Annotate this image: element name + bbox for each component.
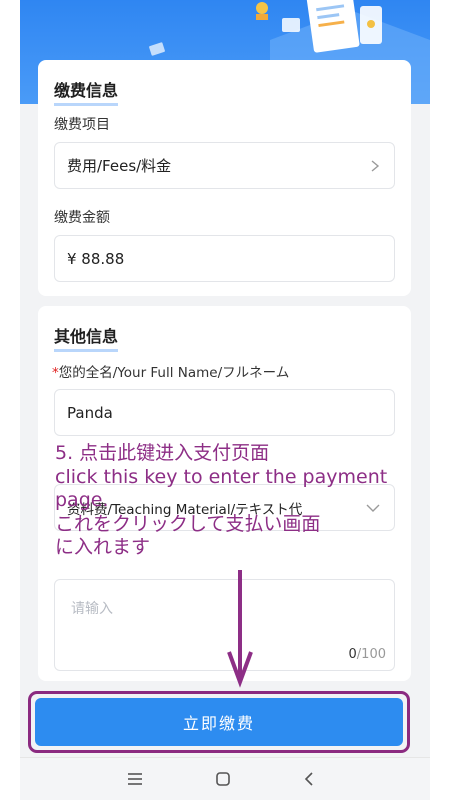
payment-item-select[interactable]: 费用/Fees/料金 [54, 142, 395, 189]
payment-info-card: 缴费信息 缴费项目 费用/Fees/料金 缴费金额 ¥ 88.88 [38, 60, 411, 296]
menu-icon[interactable] [125, 770, 145, 788]
payment-info-title: 缴费信息 [54, 77, 119, 106]
app-screen: 缴费信息 缴费项目 费用/Fees/料金 缴费金额 ¥ 88.88 其他信息 *… [20, 0, 430, 800]
annotation-line-3: page. [55, 489, 109, 511]
full-name-label-text: 您的全名/Your Full Name/フルネーム [58, 365, 290, 381]
payment-item-value: 费用/Fees/料金 [67, 157, 172, 175]
annotation-line-4: これをクリックして支払い画面 [55, 512, 321, 535]
annotation-line-5: に入れます [55, 536, 151, 558]
full-name-label: *您的全名/Your Full Name/フルネーム [52, 361, 289, 381]
payment-amount-label: 缴费金额 [54, 210, 110, 226]
annotation-line-1: 5. 点击此键进入支付页面 [55, 442, 270, 464]
tutorial-annotation: 5. 点击此键进入支付页面 click this key to enter th… [55, 442, 440, 560]
other-info-title: 其他信息 [54, 323, 119, 352]
annotation-arrow-icon [227, 570, 253, 688]
pay-now-button[interactable]: 立即缴费 [35, 698, 403, 746]
back-icon[interactable] [300, 770, 320, 788]
annotation-line-2: click this key to enter the payment [55, 465, 388, 488]
payment-item-label: 缴费项目 [54, 117, 110, 133]
char-count-max: /100 [356, 647, 386, 662]
textarea-placeholder: 请输入 [71, 601, 113, 617]
char-counter: 0/100 [349, 647, 386, 662]
pay-button-highlight: 立即缴费 [28, 691, 410, 753]
full-name-input[interactable]: Panda [54, 389, 395, 436]
payment-amount-value: ¥ 88.88 [67, 249, 125, 268]
remarks-textarea[interactable]: 请输入 0/100 [54, 579, 395, 671]
char-count-current: 0 [348, 647, 357, 662]
system-navbar [20, 757, 430, 800]
full-name-value: Panda [67, 403, 113, 422]
payment-amount-field[interactable]: ¥ 88.88 [54, 235, 395, 282]
home-icon[interactable] [213, 770, 233, 788]
required-mark: * [52, 365, 59, 381]
chevron-right-icon [371, 159, 380, 172]
